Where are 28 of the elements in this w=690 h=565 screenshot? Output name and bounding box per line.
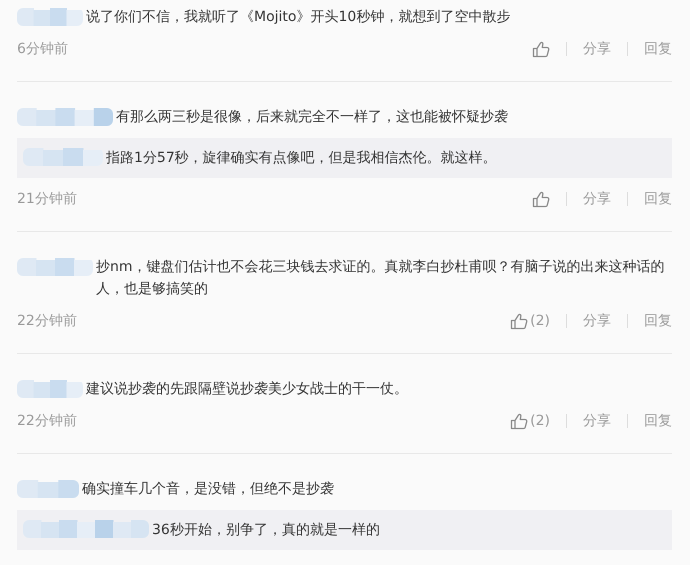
like-count: (2) <box>530 313 550 329</box>
share-link[interactable]: 分享 <box>583 312 611 330</box>
blurred-name <box>17 8 83 26</box>
comment-time: 21分钟前 <box>17 190 78 208</box>
thumbs-up-icon[interactable] <box>532 40 550 58</box>
blurred-name <box>17 380 83 398</box>
like-count: (2) <box>530 413 550 429</box>
comment-text: 建议说抄袭的先跟隔壁说抄袭美少女战士的干一仗。 <box>86 380 408 399</box>
reply-link[interactable]: 回复 <box>644 40 672 58</box>
share-link[interactable]: 分享 <box>583 412 611 430</box>
reply-text: 指路1分57秒，旋律确实有点像吧，但是我相信杰伦。就这样。 <box>106 150 497 166</box>
comment-time: 22分钟前 <box>17 312 78 330</box>
comment-text: 说了你们不信，我就听了《Mojito》开头10秒钟，就想到了空中散步 <box>86 8 510 27</box>
comment-text: 确实撞车几个音，是没错，但绝不是抄袭 <box>82 480 334 499</box>
reply-link[interactable]: 回复 <box>644 312 672 330</box>
thumbs-up-icon[interactable] <box>510 412 528 430</box>
thumbs-up-icon[interactable] <box>510 312 528 330</box>
comment-text: 有那么两三秒是很像，后来就完全不一样了，这也能被怀疑抄袭 <box>116 108 508 127</box>
comment-time: 22分钟前 <box>17 412 78 430</box>
comment-time: 6分钟前 <box>17 40 69 58</box>
reply-text: 36秒开始，别争了，真的就是一样的 <box>152 522 380 538</box>
share-link[interactable]: 分享 <box>583 190 611 208</box>
reply-link[interactable]: 回复 <box>644 412 672 430</box>
blurred-name <box>17 480 79 498</box>
comment-text: 抄nm，键盘们估计也不会花三块钱去求证的。真就李白抄杜甫呗？有脑子说的出来这种话的人，也是够搞笑的 <box>96 258 666 299</box>
reply-link[interactable]: 回复 <box>644 190 672 208</box>
thumbs-up-icon[interactable] <box>532 190 550 208</box>
share-link[interactable]: 分享 <box>583 40 611 58</box>
